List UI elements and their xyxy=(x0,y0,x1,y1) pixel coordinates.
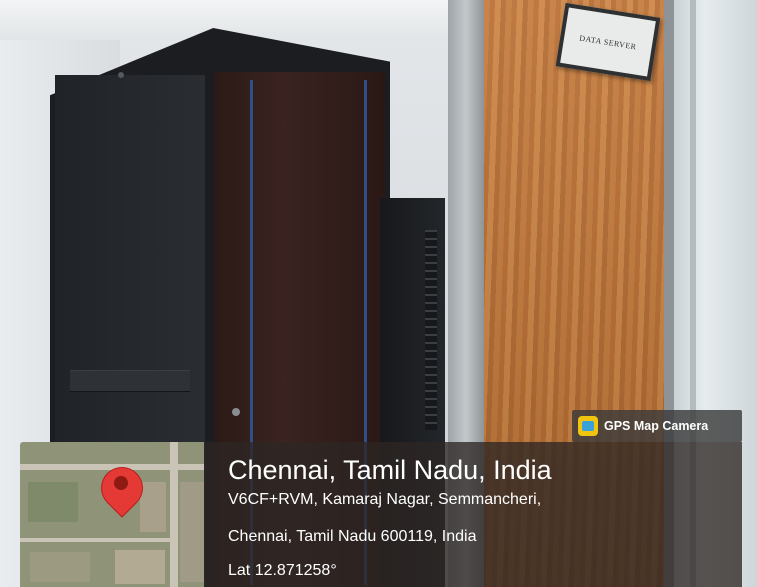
map-road xyxy=(20,538,170,542)
location-pin-dot xyxy=(114,476,128,490)
location-title: Chennai, Tamil Nadu, India xyxy=(228,455,552,485)
rack-door-handle xyxy=(232,408,240,416)
map-plot xyxy=(30,552,90,582)
map-road xyxy=(170,442,178,587)
server-rack-vent xyxy=(70,370,190,392)
gps-map-camera-icon xyxy=(578,416,598,436)
map-plot xyxy=(28,482,78,522)
door-sign-text: DATA SERVER xyxy=(578,33,638,51)
map-plot xyxy=(115,550,165,584)
location-map-thumbnail xyxy=(20,442,204,587)
map-plot xyxy=(140,482,166,532)
rack-lock xyxy=(118,72,124,78)
address-line-2: Chennai, Tamil Nadu 600119, India xyxy=(228,528,477,545)
map-plot xyxy=(180,482,204,582)
gps-map-camera-label: GPS Map Camera xyxy=(604,419,709,433)
cabinet-vent-slots xyxy=(425,230,437,430)
gps-map-camera-badge: GPS Map Camera xyxy=(572,410,742,442)
address-line-1: V6CF+RVM, Kamaraj Nagar, Semmancheri, xyxy=(228,491,542,508)
coordinates-line: Lat 12.871258° xyxy=(228,562,337,579)
